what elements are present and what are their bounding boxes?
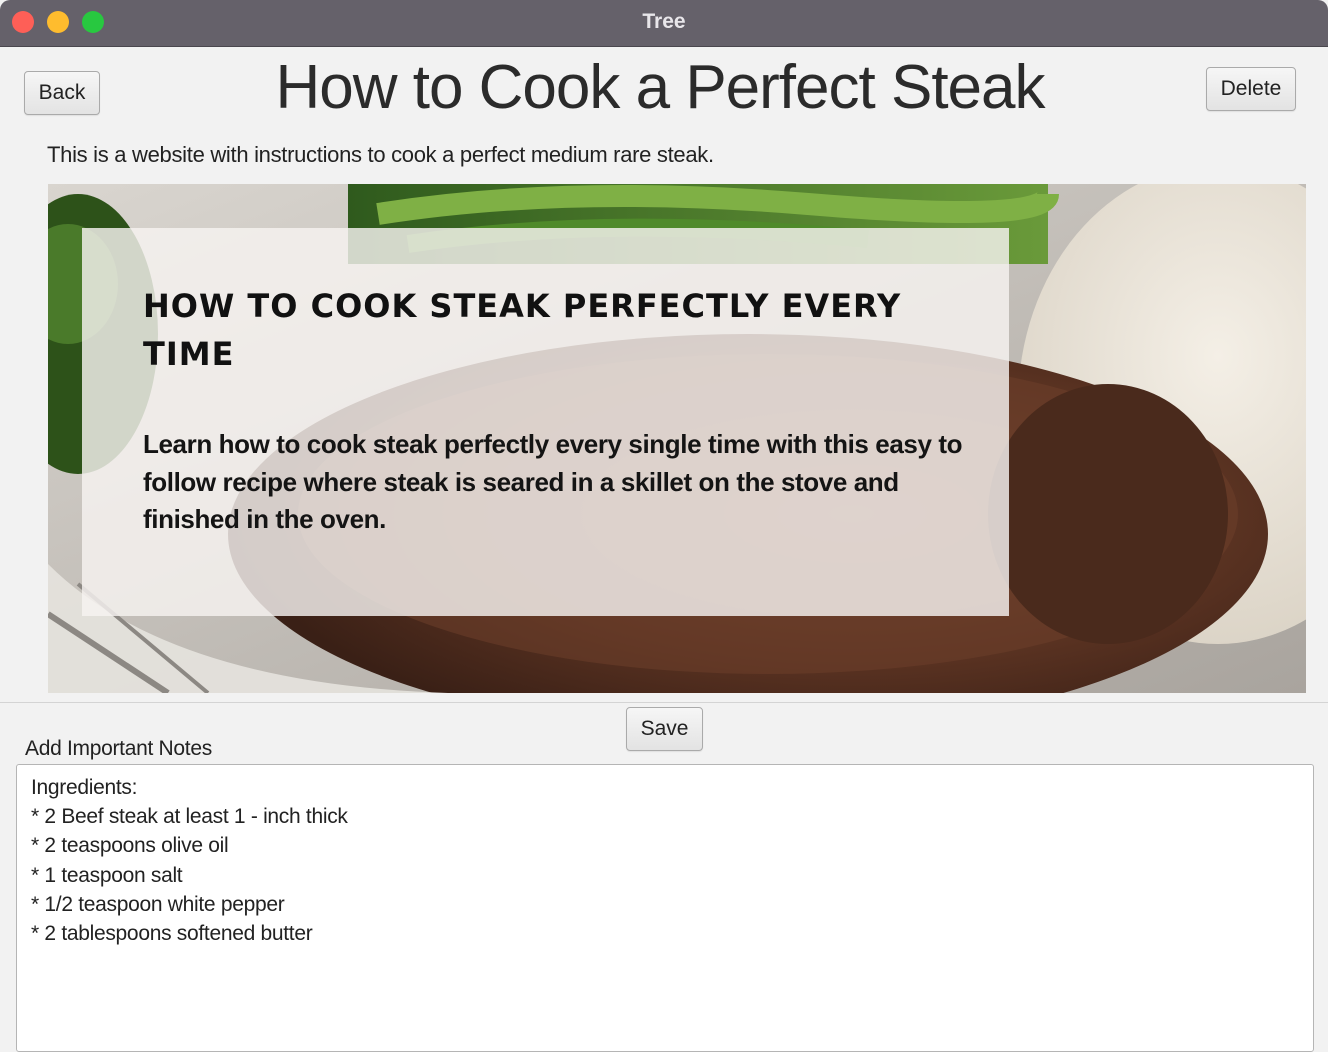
app-window: Tree Back How to Cook a Perfect Steak De… xyxy=(0,0,1328,1052)
notes-label: Add Important Notes xyxy=(25,737,212,760)
notes-line: * 1 teaspoon salt xyxy=(31,863,183,887)
notes-line: * 2 tablespoons softened butter xyxy=(31,922,313,946)
title-bar: Tree xyxy=(0,0,1328,47)
section-divider xyxy=(0,702,1328,703)
back-button[interactable]: Back xyxy=(24,71,100,115)
web-view[interactable]: HOW TO COOK STEAK PERFECTLY EVERY TIME L… xyxy=(48,184,1306,693)
recipe-card-body: Learn how to cook steak perfectly every … xyxy=(143,429,963,534)
notes-textarea[interactable]: Ingredients: * 2 Beef steak at least 1 -… xyxy=(16,764,1314,1052)
page-title: How to Cook a Perfect Steak xyxy=(275,53,1045,122)
notes-line: * 1/2 teaspoon white pepper xyxy=(31,892,285,916)
save-button[interactable]: Save xyxy=(626,707,703,751)
notes-line: * 2 Beef steak at least 1 - inch thick xyxy=(31,805,348,829)
recipe-card: HOW TO COOK STEAK PERFECTLY EVERY TIME L… xyxy=(82,228,1009,616)
delete-button[interactable]: Delete xyxy=(1206,67,1296,111)
notes-line: Ingredients: xyxy=(31,776,138,799)
window-title: Tree xyxy=(642,10,686,33)
recipe-card-heading: HOW TO COOK STEAK PERFECTLY EVERY TIME xyxy=(143,287,902,373)
notes-line: * 2 teaspoons olive oil xyxy=(31,834,229,858)
page-description: This is a website with instructions to c… xyxy=(47,142,714,167)
